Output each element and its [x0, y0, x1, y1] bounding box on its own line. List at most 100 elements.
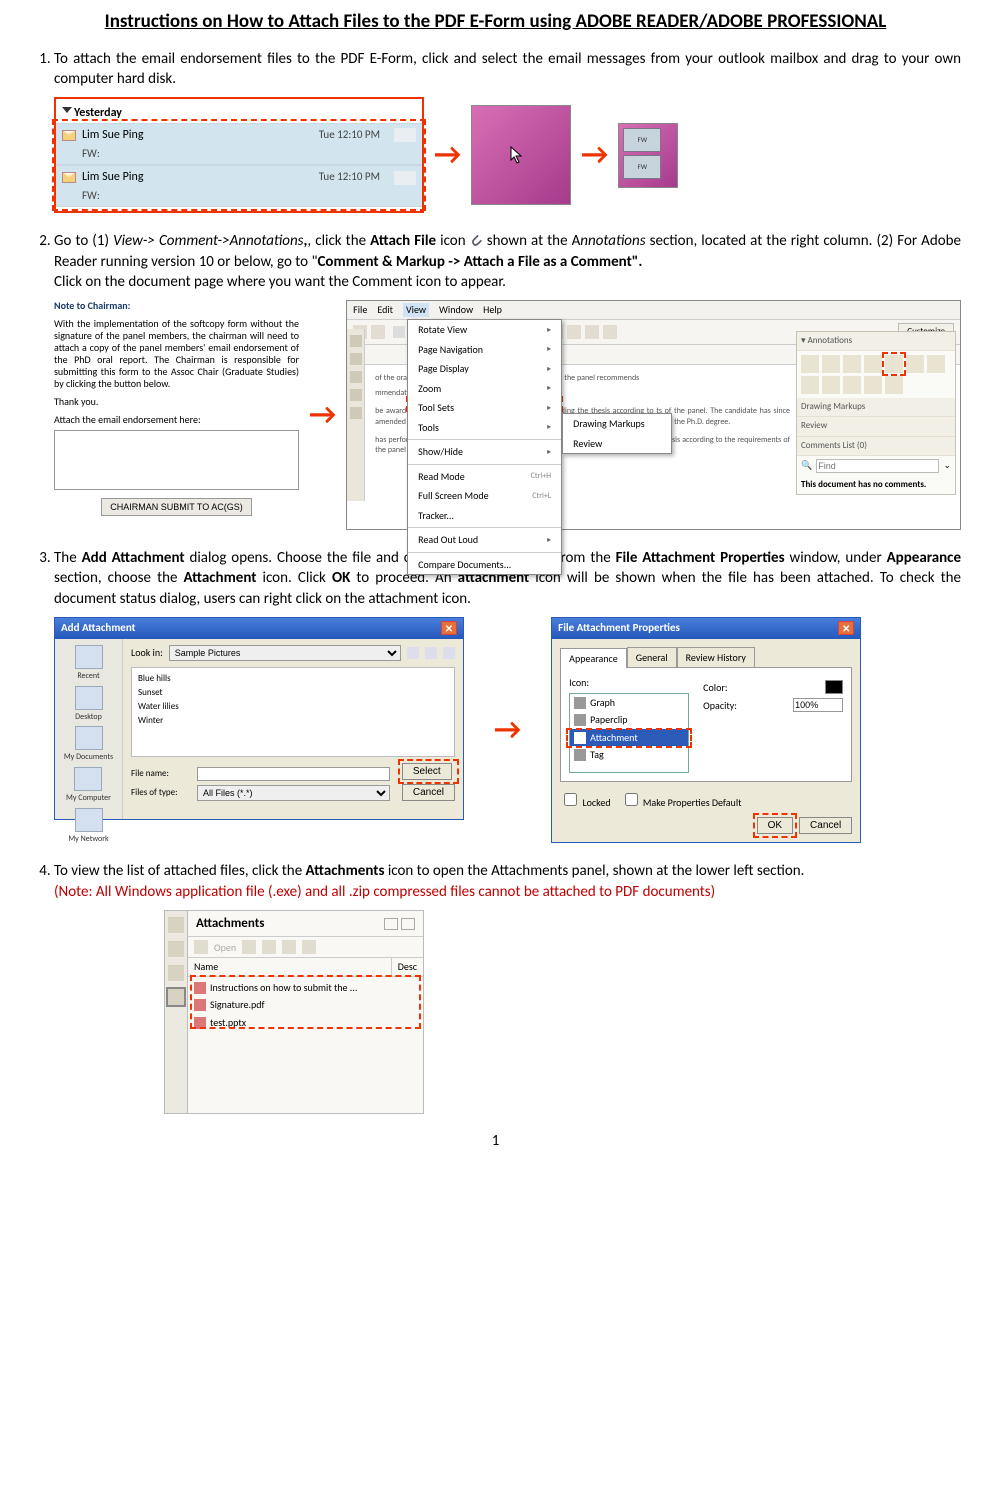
flag-icon[interactable]	[394, 128, 416, 142]
toolbar-icon[interactable]	[567, 325, 581, 339]
menu-item-fullscreen[interactable]: Full Screen ModeCtrl+L	[408, 486, 561, 506]
menu-item-readoutloud[interactable]: Read Out Loud▸	[408, 530, 561, 550]
close-icon[interactable]: ✕	[441, 621, 457, 635]
menu-item-rotate[interactable]: Rotate View▸	[408, 320, 561, 340]
tool-icon[interactable]	[194, 940, 208, 954]
menu-item-tracker[interactable]: Tracker...	[408, 506, 561, 526]
submenu-review[interactable]: Review	[563, 434, 671, 454]
tool-icon[interactable]	[242, 940, 256, 954]
annot-tool-icon[interactable]	[822, 376, 840, 394]
file-item[interactable]: Winter	[136, 714, 450, 728]
sidebar-icon[interactable]	[350, 389, 362, 401]
place-mynet[interactable]: My Network	[68, 808, 108, 845]
msg-file-icon[interactable]: FW	[623, 155, 661, 179]
menu-item-toolsets[interactable]: Tool Sets▸	[408, 398, 561, 418]
annot-tool-icon[interactable]	[801, 376, 819, 394]
tool-icon[interactable]	[262, 940, 276, 954]
filename-input[interactable]	[197, 767, 390, 781]
review-header[interactable]: Review	[797, 417, 955, 436]
menu-item-showhide[interactable]: Show/Hide▸	[408, 442, 561, 462]
color-swatch[interactable]	[825, 680, 843, 694]
find-options[interactable]: ⌄	[943, 460, 951, 472]
menu-edit[interactable]: Edit	[377, 303, 393, 317]
annot-tool-icon[interactable]	[843, 355, 861, 373]
opacity-input[interactable]	[793, 698, 843, 712]
menu-help[interactable]: Help	[483, 303, 502, 317]
zoom-out-icon[interactable]	[393, 326, 405, 338]
menu-view[interactable]: View	[403, 303, 429, 317]
tab-review-history[interactable]: Review History	[677, 647, 755, 668]
sidebar-icon[interactable]	[350, 407, 362, 419]
annot-tool-icon[interactable]	[864, 376, 882, 394]
place-mycomp[interactable]: My Computer	[66, 767, 111, 804]
tool-icon[interactable]	[302, 940, 316, 954]
nav-icon[interactable]	[425, 647, 437, 659]
icon-option-graph[interactable]: Graph	[570, 694, 688, 712]
icon-option-tag[interactable]: Tag	[570, 746, 688, 764]
sidebar-icon[interactable]	[350, 335, 362, 347]
menu-item-readmode[interactable]: Read ModeCtrl+H	[408, 467, 561, 487]
annot-tool-icon[interactable]	[885, 376, 903, 394]
annot-tool-icon[interactable]	[801, 355, 819, 373]
toolbar-icon[interactable]	[371, 325, 385, 339]
place-recent[interactable]: Recent	[75, 645, 103, 682]
menu-item-page-nav[interactable]: Page Navigation▸	[408, 340, 561, 360]
menu-item-page-display[interactable]: Page Display▸	[408, 359, 561, 379]
file-item[interactable]: Sunset	[136, 686, 450, 700]
outlook-message-row[interactable]: Lim Sue Ping Tue 12:10 PM	[56, 123, 422, 146]
annotations-header[interactable]: ▾ Annotations	[797, 332, 955, 351]
annot-tool-icon[interactable]	[927, 355, 945, 373]
file-item[interactable]: Water lilies	[136, 700, 450, 714]
annot-tool-icon[interactable]	[843, 376, 861, 394]
filetype-select[interactable]: All Files (*.*)	[197, 785, 390, 801]
msg-file-icon[interactable]: FW	[623, 128, 661, 152]
drawing-markups-header[interactable]: Drawing Markups	[797, 398, 955, 417]
tab-general[interactable]: General	[627, 647, 677, 668]
col-name[interactable]: Name	[188, 958, 392, 976]
menu-file[interactable]: File	[353, 303, 367, 317]
nav-icon[interactable]	[407, 647, 419, 659]
panel-nav-icon[interactable]	[384, 918, 398, 930]
outlook-message-row[interactable]: Lim Sue Ping Tue 12:10 PM	[56, 165, 422, 188]
annot-tool-icon[interactable]	[864, 355, 882, 373]
place-desktop[interactable]: Desktop	[75, 686, 103, 723]
place-mydocs[interactable]: My Documents	[64, 726, 113, 763]
nav-icon[interactable]	[443, 647, 455, 659]
icon-option-paperclip[interactable]: Paperclip	[570, 711, 688, 729]
sidebar-icon[interactable]	[350, 353, 362, 365]
annot-tool-icon[interactable]	[906, 355, 924, 373]
toolbar-icon[interactable]	[585, 325, 599, 339]
cancel-button[interactable]: Cancel	[799, 817, 852, 834]
outlook-group-yesterday: Yesterday	[56, 103, 422, 123]
tab-appearance[interactable]: Appearance	[560, 648, 627, 669]
sidebar-icon[interactable]	[350, 371, 362, 383]
find-input[interactable]	[816, 459, 939, 473]
file-item[interactable]: Blue hills	[136, 672, 450, 686]
nav-icon[interactable]	[168, 941, 184, 957]
open-button[interactable]: Open	[214, 941, 236, 955]
close-icon[interactable]: ✕	[838, 621, 854, 635]
nav-icon[interactable]	[168, 965, 184, 981]
annot-tool-icon[interactable]	[822, 355, 840, 373]
attachments-nav-icon[interactable]	[168, 989, 184, 1005]
locked-checkbox[interactable]: Locked	[560, 790, 610, 810]
submenu-drawing[interactable]: Drawing Markups	[563, 414, 671, 434]
col-desc[interactable]: Desc	[392, 958, 423, 976]
annot-tool-icon[interactable]	[885, 355, 903, 373]
menu-item-compare[interactable]: Compare Documents...	[408, 555, 561, 575]
cancel-button[interactable]: Cancel	[402, 784, 455, 801]
file-list[interactable]: Blue hills Sunset Water lilies Winter	[131, 667, 455, 757]
toolbar-icon[interactable]	[603, 325, 617, 339]
nav-icon[interactable]	[168, 917, 184, 933]
menu-item-zoom[interactable]: Zoom▸	[408, 379, 561, 399]
make-default-checkbox[interactable]: Make Properties Default	[621, 790, 742, 810]
tool-icon[interactable]	[282, 940, 296, 954]
menu-window[interactable]: Window	[439, 303, 473, 317]
comments-list-header[interactable]: Comments List (0)	[797, 437, 955, 456]
flag-icon[interactable]	[394, 171, 416, 185]
attachment-drop-area[interactable]	[54, 430, 299, 490]
panel-nav-icon[interactable]	[401, 918, 415, 930]
lookin-select[interactable]: Sample Pictures	[169, 645, 401, 661]
menu-item-tools[interactable]: Tools▸	[408, 418, 561, 438]
chairman-submit-button[interactable]: CHAIRMAN SUBMIT TO AC(GS)	[101, 498, 252, 516]
